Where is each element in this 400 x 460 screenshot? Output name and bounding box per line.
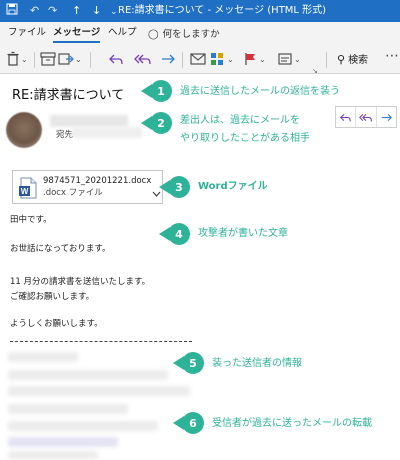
reply-all-icon[interactable] bbox=[134, 50, 152, 68]
body-line: 田中です。 bbox=[10, 215, 52, 225]
annotation-text-6: 受信者が過去に送ったメールの転載 bbox=[212, 418, 372, 429]
redacted-sender-info bbox=[8, 352, 78, 362]
undo-icon[interactable]: ↶ bbox=[30, 3, 39, 19]
quick-reply-all-icon[interactable] bbox=[356, 107, 377, 127]
sender-name-redacted bbox=[50, 115, 128, 127]
ribbon-toolbar: ⌄ ⌄ ⌄ ⌄ ⌄ ↘ ⚲ 検索 ⋯ bbox=[0, 44, 400, 75]
annotation-text-2a: 差出人は、過去にメールを bbox=[180, 115, 300, 126]
redacted-quoted-mail bbox=[8, 451, 98, 459]
reply-icon[interactable] bbox=[108, 50, 124, 68]
body-line: ようしくお願いします。 bbox=[10, 319, 103, 329]
body-line: 11 月分の請求書を送信いたします。 bbox=[10, 277, 151, 287]
flag-icon[interactable] bbox=[244, 50, 258, 68]
lightbulb-icon: ◯ bbox=[148, 29, 159, 40]
redacted-quoted-mail bbox=[8, 437, 118, 447]
quick-forward-icon[interactable] bbox=[377, 107, 396, 127]
tab-help[interactable]: ヘルプ bbox=[108, 27, 137, 39]
annotation-badge-1: 1 bbox=[141, 80, 172, 102]
move-dropdown-icon[interactable]: ⌄ bbox=[75, 50, 82, 68]
apps-icon[interactable] bbox=[210, 50, 226, 68]
tell-me-label: 何をしますか bbox=[162, 29, 220, 40]
attachment-type: .docx ファイル bbox=[43, 188, 103, 198]
redacted-quoted-mail bbox=[8, 421, 158, 431]
save-icon[interactable] bbox=[6, 3, 18, 20]
to-label: 宛先 bbox=[56, 130, 74, 140]
move-icon[interactable] bbox=[58, 50, 74, 68]
ribbon-tabs: ファイル メッセージ ヘルプ ◯ 何をしますか bbox=[0, 22, 400, 44]
annotation-badge-6: 6 bbox=[173, 412, 204, 434]
annotation-text-1: 過去に送信したメールの返信を装う bbox=[180, 86, 340, 97]
expand-group-icon[interactable]: ↘ bbox=[312, 62, 318, 80]
attachment-card[interactable]: W 9874571_20201221.docx .docx ファイル bbox=[12, 170, 163, 204]
customize-toolbar-icon[interactable]: ⌄ bbox=[110, 4, 118, 20]
window-title: RE:請求書について - メッセージ (HTML 形式) bbox=[118, 5, 327, 16]
tell-me-box[interactable]: ◯ 何をしますか bbox=[148, 26, 220, 40]
redo-icon[interactable]: ↷ bbox=[48, 3, 57, 19]
recipient-redacted bbox=[72, 127, 142, 138]
tab-file[interactable]: ファイル bbox=[8, 27, 46, 39]
message-subject: RE:請求書について bbox=[12, 88, 125, 103]
forward-icon[interactable] bbox=[160, 50, 176, 68]
tag-icon[interactable] bbox=[278, 50, 294, 68]
quick-actions bbox=[335, 106, 397, 128]
annotation-text-2b: やり取りしたことがある相手 bbox=[180, 133, 310, 144]
svg-text:W: W bbox=[21, 187, 29, 196]
search-button[interactable]: ⚲ 検索 bbox=[337, 51, 368, 66]
redacted-quoted-mail bbox=[8, 404, 128, 414]
quick-reply-icon[interactable] bbox=[336, 107, 357, 127]
avatar bbox=[6, 112, 42, 148]
delete-dropdown-icon[interactable]: ⌄ bbox=[21, 50, 28, 68]
tag-dropdown-icon[interactable]: ⌄ bbox=[294, 50, 301, 68]
more-options-icon[interactable]: ⋯ bbox=[385, 48, 400, 64]
redacted-sender-info bbox=[8, 386, 190, 396]
title-bar: ↶ ↷ ↑ ↓ ⌄ RE:請求書について - メッセージ (HTML 形式) bbox=[0, 0, 400, 22]
annotation-badge-4: 4 bbox=[159, 223, 190, 245]
annotation-badge-3: 3 bbox=[159, 176, 190, 198]
annotation-text-5: 装った送信者の情報 bbox=[212, 358, 302, 369]
signature-divider bbox=[10, 341, 192, 342]
attachment-name: 9874571_20201221.docx bbox=[43, 176, 152, 186]
next-item-icon[interactable]: ↓ bbox=[92, 3, 101, 19]
search-label: 検索 bbox=[348, 55, 369, 66]
word-document-icon: W bbox=[19, 177, 37, 203]
body-line: ご確認お願いします。 bbox=[10, 292, 95, 302]
annotation-text-4: 攻撃者が書いた文章 bbox=[198, 228, 288, 239]
delete-icon[interactable] bbox=[6, 50, 20, 68]
archive-icon[interactable] bbox=[40, 50, 56, 68]
meeting-icon[interactable] bbox=[190, 50, 206, 68]
tab-message[interactable]: メッセージ bbox=[53, 27, 101, 43]
flag-dropdown-icon[interactable]: ⌄ bbox=[259, 50, 266, 68]
apps-dropdown-icon[interactable]: ⌄ bbox=[227, 50, 234, 68]
annotation-badge-2: 2 bbox=[141, 112, 172, 134]
annotation-badge-5: 5 bbox=[173, 352, 204, 374]
redacted-sender-info bbox=[8, 370, 168, 380]
search-icon: ⚲ bbox=[337, 53, 346, 66]
body-line: お世話になっております。 bbox=[10, 244, 111, 254]
previous-item-icon[interactable]: ↑ bbox=[72, 3, 81, 19]
annotation-text-3: Wordファイル bbox=[198, 181, 268, 192]
